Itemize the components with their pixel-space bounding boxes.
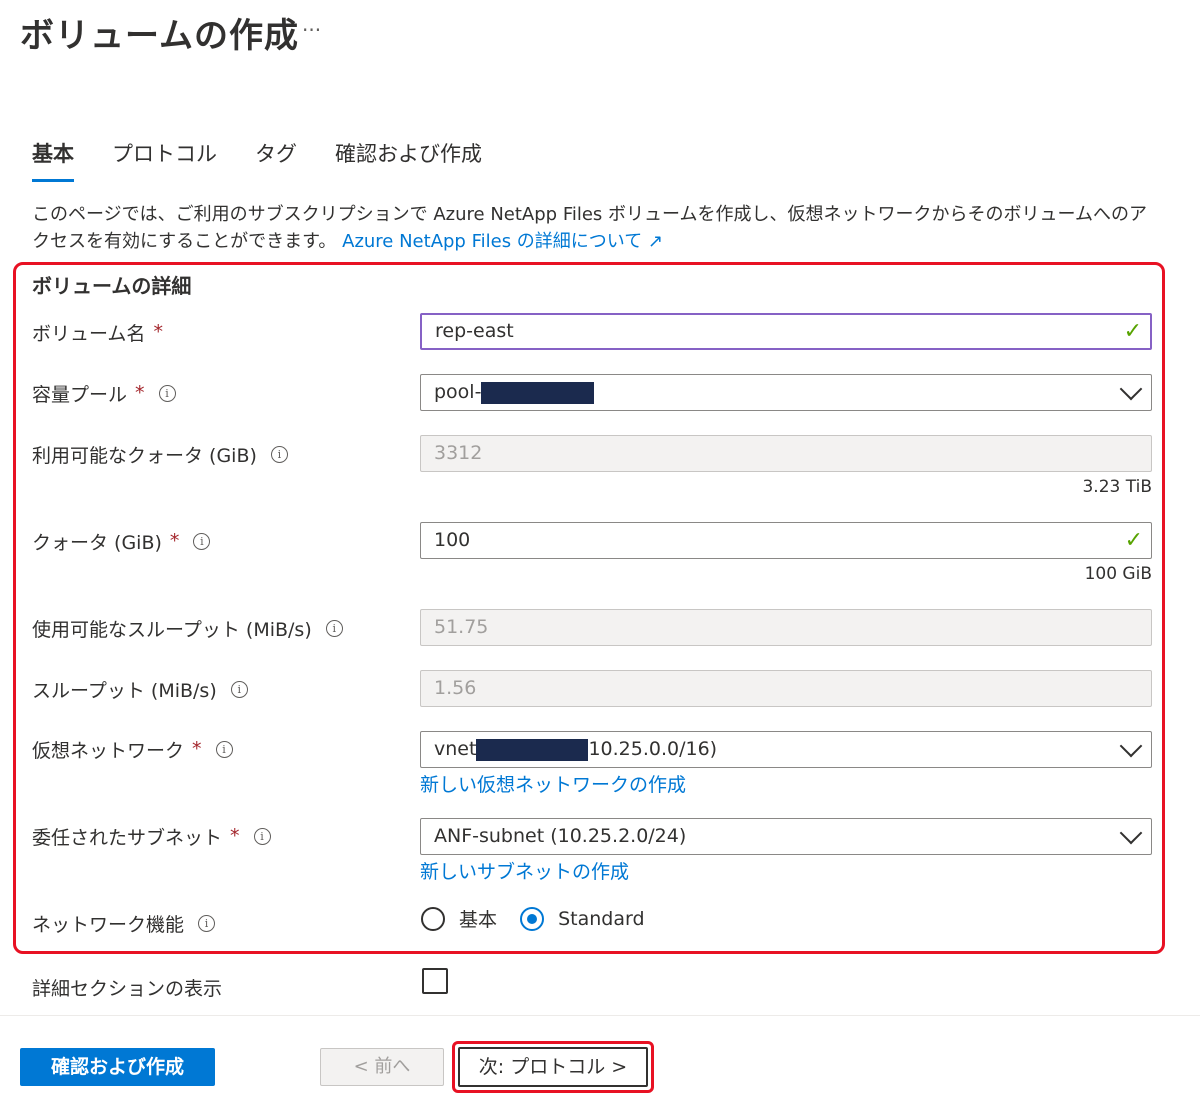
learn-more-link[interactable]: Azure NetApp Files の詳細について ↗ [342, 231, 663, 252]
capacity-pool-dropdown[interactable]: pool- [420, 374, 1152, 411]
vnet-label-text: 仮想ネットワーク [32, 739, 185, 762]
info-icon[interactable]: i [270, 445, 288, 463]
info-icon[interactable]: i [230, 680, 248, 698]
external-link-icon: ↗ [648, 231, 664, 252]
quota-label-text: クォータ (GiB) [32, 531, 162, 554]
chevron-down-icon [1119, 821, 1143, 845]
redacted-block [476, 738, 589, 761]
vnet-label: 仮想ネットワーク * i [32, 737, 233, 762]
radio-basic[interactable]: 基本 [421, 906, 497, 931]
tab-bar: 基本 プロトコル タグ 確認および作成 [32, 138, 520, 182]
page-description: このページでは、ご利用のサブスクリプションで Azure NetApp File… [32, 201, 1162, 255]
network-features-radio-group: 基本 Standard [421, 905, 645, 932]
available-quota-label-text: 利用可能なクォータ (GiB) [32, 444, 257, 467]
redacted-block [481, 381, 595, 404]
available-throughput-field: 51.75 [420, 609, 1152, 646]
footer-divider [0, 1015, 1200, 1016]
check-icon: ✓ [1124, 528, 1143, 553]
throughput-field: 1.56 [420, 670, 1152, 707]
radio-standard[interactable]: Standard [520, 906, 645, 931]
tab-review-create[interactable]: 確認および作成 [335, 138, 482, 182]
vnet-value-suffix: 10.25.0.0/16) [588, 738, 718, 760]
section-title: ボリュームの詳細 [32, 274, 192, 298]
check-icon: ✓ [1123, 319, 1142, 344]
required-mark: * [230, 825, 240, 847]
tab-protocol[interactable]: プロトコル [112, 138, 217, 182]
chevron-down-icon [1119, 734, 1143, 758]
volume-name-input[interactable]: rep-east ✓ [420, 313, 1152, 350]
volume-name-value: rep-east [435, 320, 514, 342]
page-title: ボリュームの作成 [20, 16, 299, 56]
radio-basic-circle[interactable] [421, 906, 445, 931]
network-features-label-text: ネットワーク機能 [32, 913, 185, 936]
learn-more-link-label: Azure NetApp Files の詳細について [342, 231, 643, 252]
review-create-button[interactable]: 確認および作成 [20, 1048, 215, 1086]
tab-tags[interactable]: タグ [255, 138, 297, 182]
info-icon[interactable]: i [198, 914, 216, 932]
more-options-icon[interactable]: ··· [302, 18, 321, 42]
required-mark: * [169, 530, 180, 552]
required-mark: * [153, 321, 163, 343]
info-icon[interactable]: i [325, 619, 343, 637]
throughput-label-text: スループット (MiB/s) [32, 679, 217, 702]
volume-name-label: ボリューム名 * [32, 320, 163, 345]
radio-standard-label: Standard [558, 907, 645, 930]
network-features-label: ネットワーク機能 i [32, 911, 216, 936]
vnet-dropdown[interactable]: vnet 10.25.0.0/16) [420, 731, 1152, 768]
quota-label: クォータ (GiB) * i [32, 529, 211, 554]
show-advanced-checkbox[interactable] [422, 968, 448, 994]
required-mark: * [192, 738, 202, 760]
subnet-label: 委任されたサブネット * i [32, 824, 271, 849]
capacity-pool-label: 容量プール * i [32, 381, 176, 406]
capacity-pool-label-text: 容量プール [32, 383, 128, 406]
quota-input[interactable]: 100 ✓ [420, 522, 1152, 559]
capacity-pool-value: pool- [434, 381, 482, 403]
available-throughput-label: 使用可能なスループット (MiB/s) i [32, 616, 343, 641]
subnet-label-text: 委任されたサブネット [32, 826, 223, 849]
required-mark: * [135, 382, 145, 404]
radio-basic-label: 基本 [459, 909, 498, 931]
info-icon[interactable]: i [253, 827, 271, 845]
available-quota-label: 利用可能なクォータ (GiB) i [32, 442, 288, 467]
info-icon[interactable]: i [158, 384, 176, 402]
show-advanced-label: 詳細セクションの表示 [32, 977, 223, 1000]
available-quota-field: 3312 [420, 435, 1152, 472]
throughput-label: スループット (MiB/s) i [32, 677, 248, 702]
radio-standard-circle[interactable] [520, 906, 545, 931]
tab-basics[interactable]: 基本 [32, 138, 74, 182]
info-icon[interactable]: i [215, 740, 233, 758]
subnet-value: ANF-subnet (10.25.2.0/24) [434, 825, 687, 847]
previous-button: < 前へ [320, 1048, 444, 1086]
info-icon[interactable]: i [193, 532, 211, 550]
available-quota-unit: 3.23 TiB [1082, 477, 1152, 497]
volume-name-label-text: ボリューム名 [32, 322, 146, 345]
subnet-dropdown[interactable]: ANF-subnet (10.25.2.0/24) [420, 818, 1152, 855]
quota-unit: 100 GiB [1084, 564, 1152, 584]
quota-value: 100 [434, 529, 471, 551]
create-subnet-link[interactable]: 新しいサブネットの作成 [420, 857, 629, 884]
available-throughput-label-text: 使用可能なスループット (MiB/s) [32, 618, 312, 641]
next-protocol-button[interactable]: 次: プロトコル > [458, 1047, 648, 1087]
create-vnet-link[interactable]: 新しい仮想ネットワークの作成 [420, 770, 686, 797]
vnet-value-prefix: vnet [434, 738, 477, 760]
chevron-down-icon [1119, 377, 1143, 401]
